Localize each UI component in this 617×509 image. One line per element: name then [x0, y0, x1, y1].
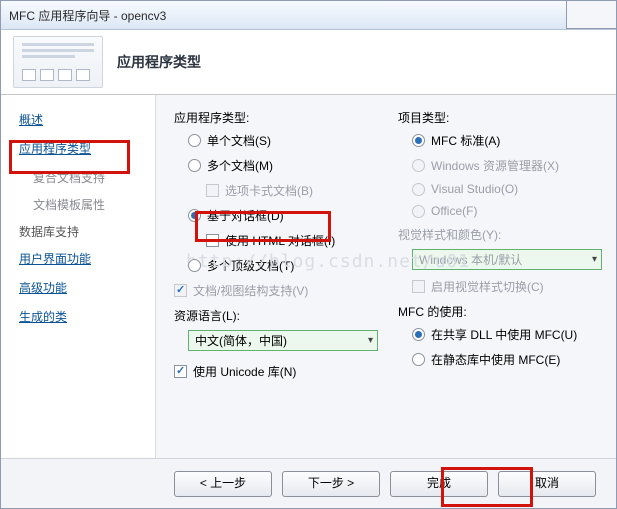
opt-mfc-shared-label: 在共享 DLL 中使用 MFC(U): [431, 326, 577, 343]
titlebar-cut: [566, 0, 617, 29]
main-panel: http://blog.csdn.net/u01 应用程序类型: 单个文档(S)…: [156, 95, 616, 460]
radio-icon: [412, 159, 425, 172]
opt-visual-switch-label: 启用视觉样式切换(C): [431, 278, 544, 295]
opt-unicode[interactable]: 使用 Unicode 库(N): [174, 363, 378, 380]
chevron-down-icon: ▾: [368, 335, 373, 346]
prev-button[interactable]: < 上一步: [174, 471, 272, 497]
radio-icon: [412, 328, 425, 341]
radio-icon: [412, 353, 425, 366]
opt-office-label: Office(F): [431, 204, 477, 218]
opt-visual-switch: 启用视觉样式切换(C): [412, 278, 602, 295]
radio-icon: [188, 159, 201, 172]
next-button[interactable]: 下一步 >: [282, 471, 380, 497]
label-project-type: 项目类型:: [398, 109, 602, 126]
banner-thumbnail-icon: [13, 36, 103, 88]
opt-mfc-shared[interactable]: 在共享 DLL 中使用 MFC(U): [412, 326, 602, 343]
opt-dialog-based-label: 基于对话框(D): [207, 207, 284, 224]
checkbox-icon: [174, 365, 187, 378]
banner: 应用程序类型: [1, 30, 616, 95]
opt-single-doc[interactable]: 单个文档(S): [188, 132, 378, 149]
label-mfc-usage: MFC 的使用:: [398, 303, 602, 320]
titlebar: MFC 应用程序向导 - opencv3: [1, 1, 616, 30]
opt-doc-view: 文档/视图结构支持(V): [174, 282, 378, 299]
radio-icon: [412, 134, 425, 147]
opt-multi-doc-label: 多个文档(M): [207, 157, 273, 174]
nav-generated[interactable]: 生成的类: [19, 308, 155, 325]
opt-mfc-standard-label: MFC 标准(A): [431, 132, 500, 149]
col-project-type: 项目类型: MFC 标准(A) Windows 资源管理器(X) Visual …: [398, 109, 602, 388]
window-title: MFC 应用程序向导 - opencv3: [9, 7, 166, 24]
opt-mfc-standard[interactable]: MFC 标准(A): [412, 132, 602, 149]
nav-db-support: 数据库支持: [19, 223, 155, 240]
opt-win-explorer: Windows 资源管理器(X): [412, 157, 602, 174]
label-res-lang: 资源语言(L):: [174, 307, 378, 324]
opt-unicode-label: 使用 Unicode 库(N): [193, 363, 296, 380]
nav-advanced[interactable]: 高级功能: [19, 279, 155, 296]
checkbox-icon: [206, 184, 219, 197]
opt-visual-studio-label: Visual Studio(O): [431, 182, 518, 196]
nav-app-type[interactable]: 应用程序类型: [19, 140, 155, 157]
cancel-button[interactable]: 取消: [498, 471, 596, 497]
opt-win-explorer-label: Windows 资源管理器(X): [431, 157, 559, 174]
opt-multi-top[interactable]: 多个顶级文档(T): [188, 257, 378, 274]
banner-title: 应用程序类型: [117, 52, 201, 72]
window: MFC 应用程序向导 - opencv3 应用程序类型 概述 应用程序类型 复合…: [0, 0, 617, 509]
opt-multi-top-label: 多个顶级文档(T): [207, 257, 294, 274]
opt-mfc-static-label: 在静态库中使用 MFC(E): [431, 351, 560, 368]
radio-icon: [188, 259, 201, 272]
opt-dialog-based[interactable]: 基于对话框(D): [188, 207, 378, 224]
checkbox-icon: [206, 234, 219, 247]
finish-button[interactable]: 完成: [390, 471, 488, 497]
sidebar: 概述 应用程序类型 复合文档支持 文档模板属性 数据库支持 用户界面功能 高级功…: [1, 95, 156, 460]
label-visual-style: 视觉样式和颜色(Y):: [398, 226, 602, 243]
checkbox-icon: [174, 284, 187, 297]
opt-doc-view-label: 文档/视图结构支持(V): [193, 282, 308, 299]
opt-tabbed-doc: 选项卡式文档(B): [206, 182, 378, 199]
nav-doc-template: 文档模板属性: [33, 196, 155, 213]
opt-html-dialog-label: 使用 HTML 对话框(I): [225, 232, 335, 249]
select-visual-style-value: Windows 本机/默认: [419, 251, 522, 268]
chevron-down-icon: ▾: [592, 254, 597, 265]
col-app-type: 应用程序类型: 单个文档(S) 多个文档(M) 选项卡式文档(B): [174, 109, 378, 388]
opt-office: Office(F): [412, 204, 602, 218]
footer: < 上一步 下一步 > 完成 取消: [1, 458, 616, 508]
opt-mfc-static[interactable]: 在静态库中使用 MFC(E): [412, 351, 602, 368]
opt-visual-studio: Visual Studio(O): [412, 182, 602, 196]
select-visual-style: Windows 本机/默认 ▾: [412, 249, 602, 270]
label-app-type: 应用程序类型:: [174, 109, 378, 126]
opt-multi-doc[interactable]: 多个文档(M): [188, 157, 378, 174]
opt-html-dialog[interactable]: 使用 HTML 对话框(I): [206, 232, 378, 249]
select-res-lang[interactable]: 中文(简体，中国) ▾: [188, 330, 378, 351]
radio-icon: [412, 183, 425, 196]
opt-tabbed-doc-label: 选项卡式文档(B): [225, 182, 313, 199]
checkbox-icon: [412, 280, 425, 293]
select-res-lang-value: 中文(简体，中国): [195, 332, 287, 349]
opt-single-doc-label: 单个文档(S): [207, 132, 271, 149]
radio-icon: [412, 205, 425, 218]
nav-ui-features[interactable]: 用户界面功能: [19, 250, 155, 267]
radio-icon: [188, 134, 201, 147]
radio-icon: [188, 209, 201, 222]
nav-overview[interactable]: 概述: [19, 111, 155, 128]
nav-compound-doc: 复合文档支持: [33, 169, 155, 186]
